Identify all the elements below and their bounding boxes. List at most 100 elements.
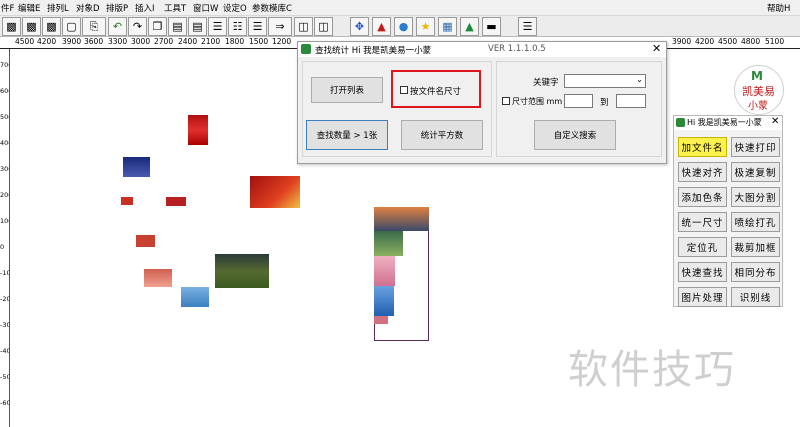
ruler-label: -600 [0, 399, 9, 407]
save-as-icon[interactable]: ▩ [22, 17, 41, 36]
canvas-image[interactable] [250, 176, 300, 208]
color-tool-icon[interactable]: ▲ [372, 17, 391, 36]
menu-object[interactable]: 对象D [76, 2, 100, 14]
ruler-label: -400 [0, 347, 9, 355]
paste-icon[interactable]: ▤ [188, 17, 207, 36]
recognize-line-button[interactable]: 识别线 [731, 287, 780, 307]
keyword-combobox[interactable]: ⌄ [564, 74, 646, 88]
split-icon[interactable]: ◫ [314, 17, 333, 36]
stat-area-button[interactable]: 统计平方数 [401, 120, 483, 150]
range-to-label: 到 [600, 98, 609, 108]
canvas-image[interactable] [374, 256, 395, 286]
ruler-label: 100 [0, 217, 9, 225]
canvas-image[interactable] [215, 254, 269, 288]
redo-icon[interactable]: ↷ [128, 17, 147, 36]
align-left-icon[interactable]: ☰ [208, 17, 227, 36]
canvas-image[interactable] [144, 269, 172, 287]
gradient-icon[interactable]: ▲ [460, 17, 479, 36]
menu-insert[interactable]: 插入I [135, 2, 155, 14]
split-icon[interactable]: ◫ [294, 17, 313, 36]
canvas-image[interactable] [374, 207, 429, 231]
menu-window[interactable]: 窗口W [193, 2, 218, 14]
distribute-icon[interactable]: ☷ [228, 17, 247, 36]
custom-search-button[interactable]: 自定义搜索 [534, 120, 616, 150]
canvas-image[interactable] [181, 287, 209, 307]
chevron-down-icon[interactable]: ⌄ [636, 75, 643, 84]
close-icon[interactable]: ✕ [652, 42, 661, 55]
copy-icon[interactable]: ❐ [148, 17, 167, 36]
add-filename-button[interactable]: 加文件名 [678, 137, 727, 157]
undo-icon[interactable]: ↶ [108, 17, 127, 36]
crop-add-frame-button[interactable]: 裁剪加框 [731, 237, 780, 257]
size-range-checkbox[interactable] [502, 97, 510, 105]
palette-icon[interactable]: ● [394, 17, 413, 36]
find-statistics-dialog: 查找统计 Hi 我是凯美易一小蒙 VER 1.1.1.0.5 ✕ 打开列表 按文… [297, 41, 667, 164]
ruler-label: -300 [0, 321, 9, 329]
version-label: VER 1.1.1.0.5 [488, 44, 546, 54]
image-processing-button[interactable]: 图片处理 [678, 287, 727, 307]
vertical-ruler[interactable]: 700 600 500 400 300 200 100 0 -100 -200 … [0, 49, 10, 427]
by-filename-size-label: 按文件名尺寸 [410, 87, 462, 97]
ruler-tool-icon[interactable]: ▬ [482, 17, 501, 36]
dialog-title-bar[interactable]: 查找统计 Hi 我是凯美易一小蒙 VER 1.1.1.0.5 ✕ [298, 42, 666, 57]
menu-arrange[interactable]: 排列L [47, 2, 69, 14]
align-right-icon[interactable]: ☰ [248, 17, 267, 36]
paste-icon[interactable]: ▤ [168, 17, 187, 36]
quick-print-button[interactable]: 快速打印 [731, 137, 780, 157]
ruler-label: 1800 [225, 37, 245, 46]
ruler-label: 400 [0, 139, 9, 147]
keyword-label: 关键字 [533, 78, 559, 88]
canvas-image[interactable] [136, 235, 155, 247]
menu-file[interactable]: 件F [1, 2, 14, 14]
close-icon[interactable]: ✕ [771, 116, 779, 127]
logo-subtext: 小蒙 [748, 101, 768, 112]
group-icon[interactable]: ⇒ [268, 17, 292, 36]
canvas-image[interactable] [188, 115, 208, 145]
canvas-image[interactable] [374, 231, 403, 256]
ruler-label: -500 [0, 373, 9, 381]
panel-title-bar[interactable]: Hi 我是凯美易一小蒙 ✕ [674, 116, 782, 130]
print-preview-icon[interactable]: ▢ [62, 17, 81, 36]
canvas-image[interactable] [123, 157, 150, 177]
menu-bar: 件F 编辑E 排列L 对象D 排版P 插入I 工具T 窗口W 设定O 参数模库C… [0, 0, 800, 16]
menu-tools[interactable]: 工具T [164, 2, 186, 14]
canvas-image[interactable] [374, 286, 394, 316]
app-logo-icon [676, 118, 685, 127]
ruler-label: 4500 [718, 37, 738, 46]
ruler-label: 200 [0, 191, 9, 199]
size-max-input[interactable] [616, 94, 646, 108]
quick-align-button[interactable]: 快速对齐 [678, 162, 727, 182]
fast-copy-button[interactable]: 极速复制 [731, 162, 780, 182]
locator-hole-button[interactable]: 定位孔 [678, 237, 727, 257]
print-icon[interactable]: ▩ [42, 17, 61, 36]
panel-title: Hi 我是凯美易一小蒙 [687, 118, 762, 127]
save-icon[interactable]: ▩ [2, 17, 21, 36]
menu-help[interactable]: 帮助H [767, 2, 790, 14]
ruler-label: 5100 [765, 37, 785, 46]
star-icon[interactable]: ★ [416, 17, 435, 36]
ruler-label: 3900 [62, 37, 82, 46]
export-icon[interactable]: ☰ [518, 17, 537, 36]
menu-settings[interactable]: 设定O [223, 2, 247, 14]
print-icon[interactable]: ⎘ [82, 17, 106, 36]
by-filename-size-checkbox[interactable] [400, 86, 408, 94]
size-min-input[interactable] [564, 94, 593, 108]
canvas-image[interactable] [121, 197, 133, 205]
canvas-image[interactable] [166, 197, 186, 206]
menu-template-library[interactable]: 参数模库C [252, 2, 292, 14]
menu-layout[interactable]: 排版P [106, 2, 128, 14]
map-icon[interactable]: ▦ [438, 17, 457, 36]
ruler-label: -100 [0, 269, 9, 277]
inkjet-punch-button[interactable]: 喷绘打孔 [731, 212, 780, 232]
open-list-button[interactable]: 打开列表 [311, 77, 383, 103]
same-distribution-button[interactable]: 相同分布 [731, 262, 780, 282]
move-icon[interactable]: ✥ [350, 17, 369, 36]
quick-find-button[interactable]: 快速查找 [678, 262, 727, 282]
logo-mark-icon: M [751, 69, 763, 83]
add-color-bar-button[interactable]: 添加色条 [678, 187, 727, 207]
uniform-size-button[interactable]: 统一尺寸 [678, 212, 727, 232]
canvas-image[interactable] [374, 316, 388, 324]
find-count-button[interactable]: 查找数量 > 1张 [306, 120, 388, 150]
split-large-image-button[interactable]: 大图分割 [731, 187, 780, 207]
menu-edit[interactable]: 编辑E [18, 2, 40, 14]
